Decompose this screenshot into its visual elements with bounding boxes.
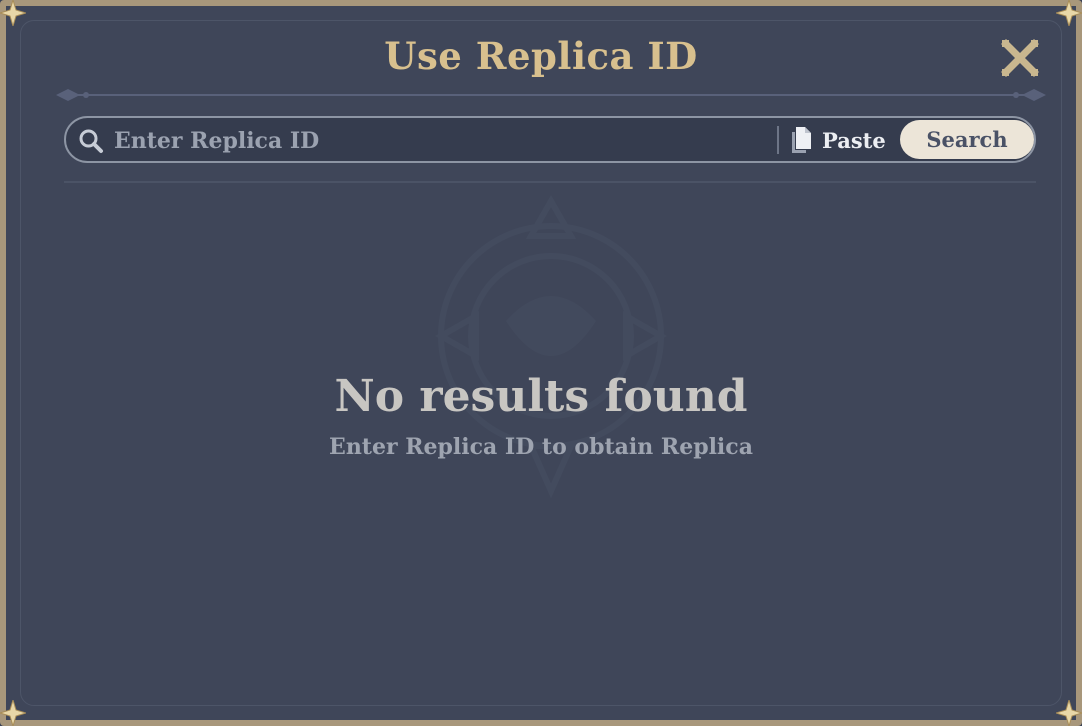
replica-id-dialog: Use Replica ID Paste — [0, 0, 1082, 726]
empty-state-title: No results found — [334, 371, 748, 422]
search-bar: Paste Search — [64, 116, 1036, 163]
paste-icon — [792, 127, 811, 153]
close-icon[interactable] — [1000, 38, 1040, 78]
corner-star-icon — [0, 700, 26, 726]
paste-button[interactable]: Paste — [790, 122, 886, 158]
paste-label: Paste — [822, 127, 886, 153]
input-separator — [777, 126, 779, 154]
replica-id-input[interactable] — [112, 122, 766, 160]
search-button[interactable]: Search — [900, 120, 1034, 159]
header-rule — [64, 181, 1036, 183]
search-icon — [79, 129, 103, 153]
corner-star-icon — [1056, 0, 1082, 26]
empty-state-subtitle: Enter Replica ID to obtain Replica — [329, 434, 753, 460]
corner-star-icon — [1056, 700, 1082, 726]
corner-star-icon — [0, 0, 26, 26]
dialog-title: Use Replica ID — [384, 34, 698, 78]
title-divider — [56, 89, 1046, 101]
